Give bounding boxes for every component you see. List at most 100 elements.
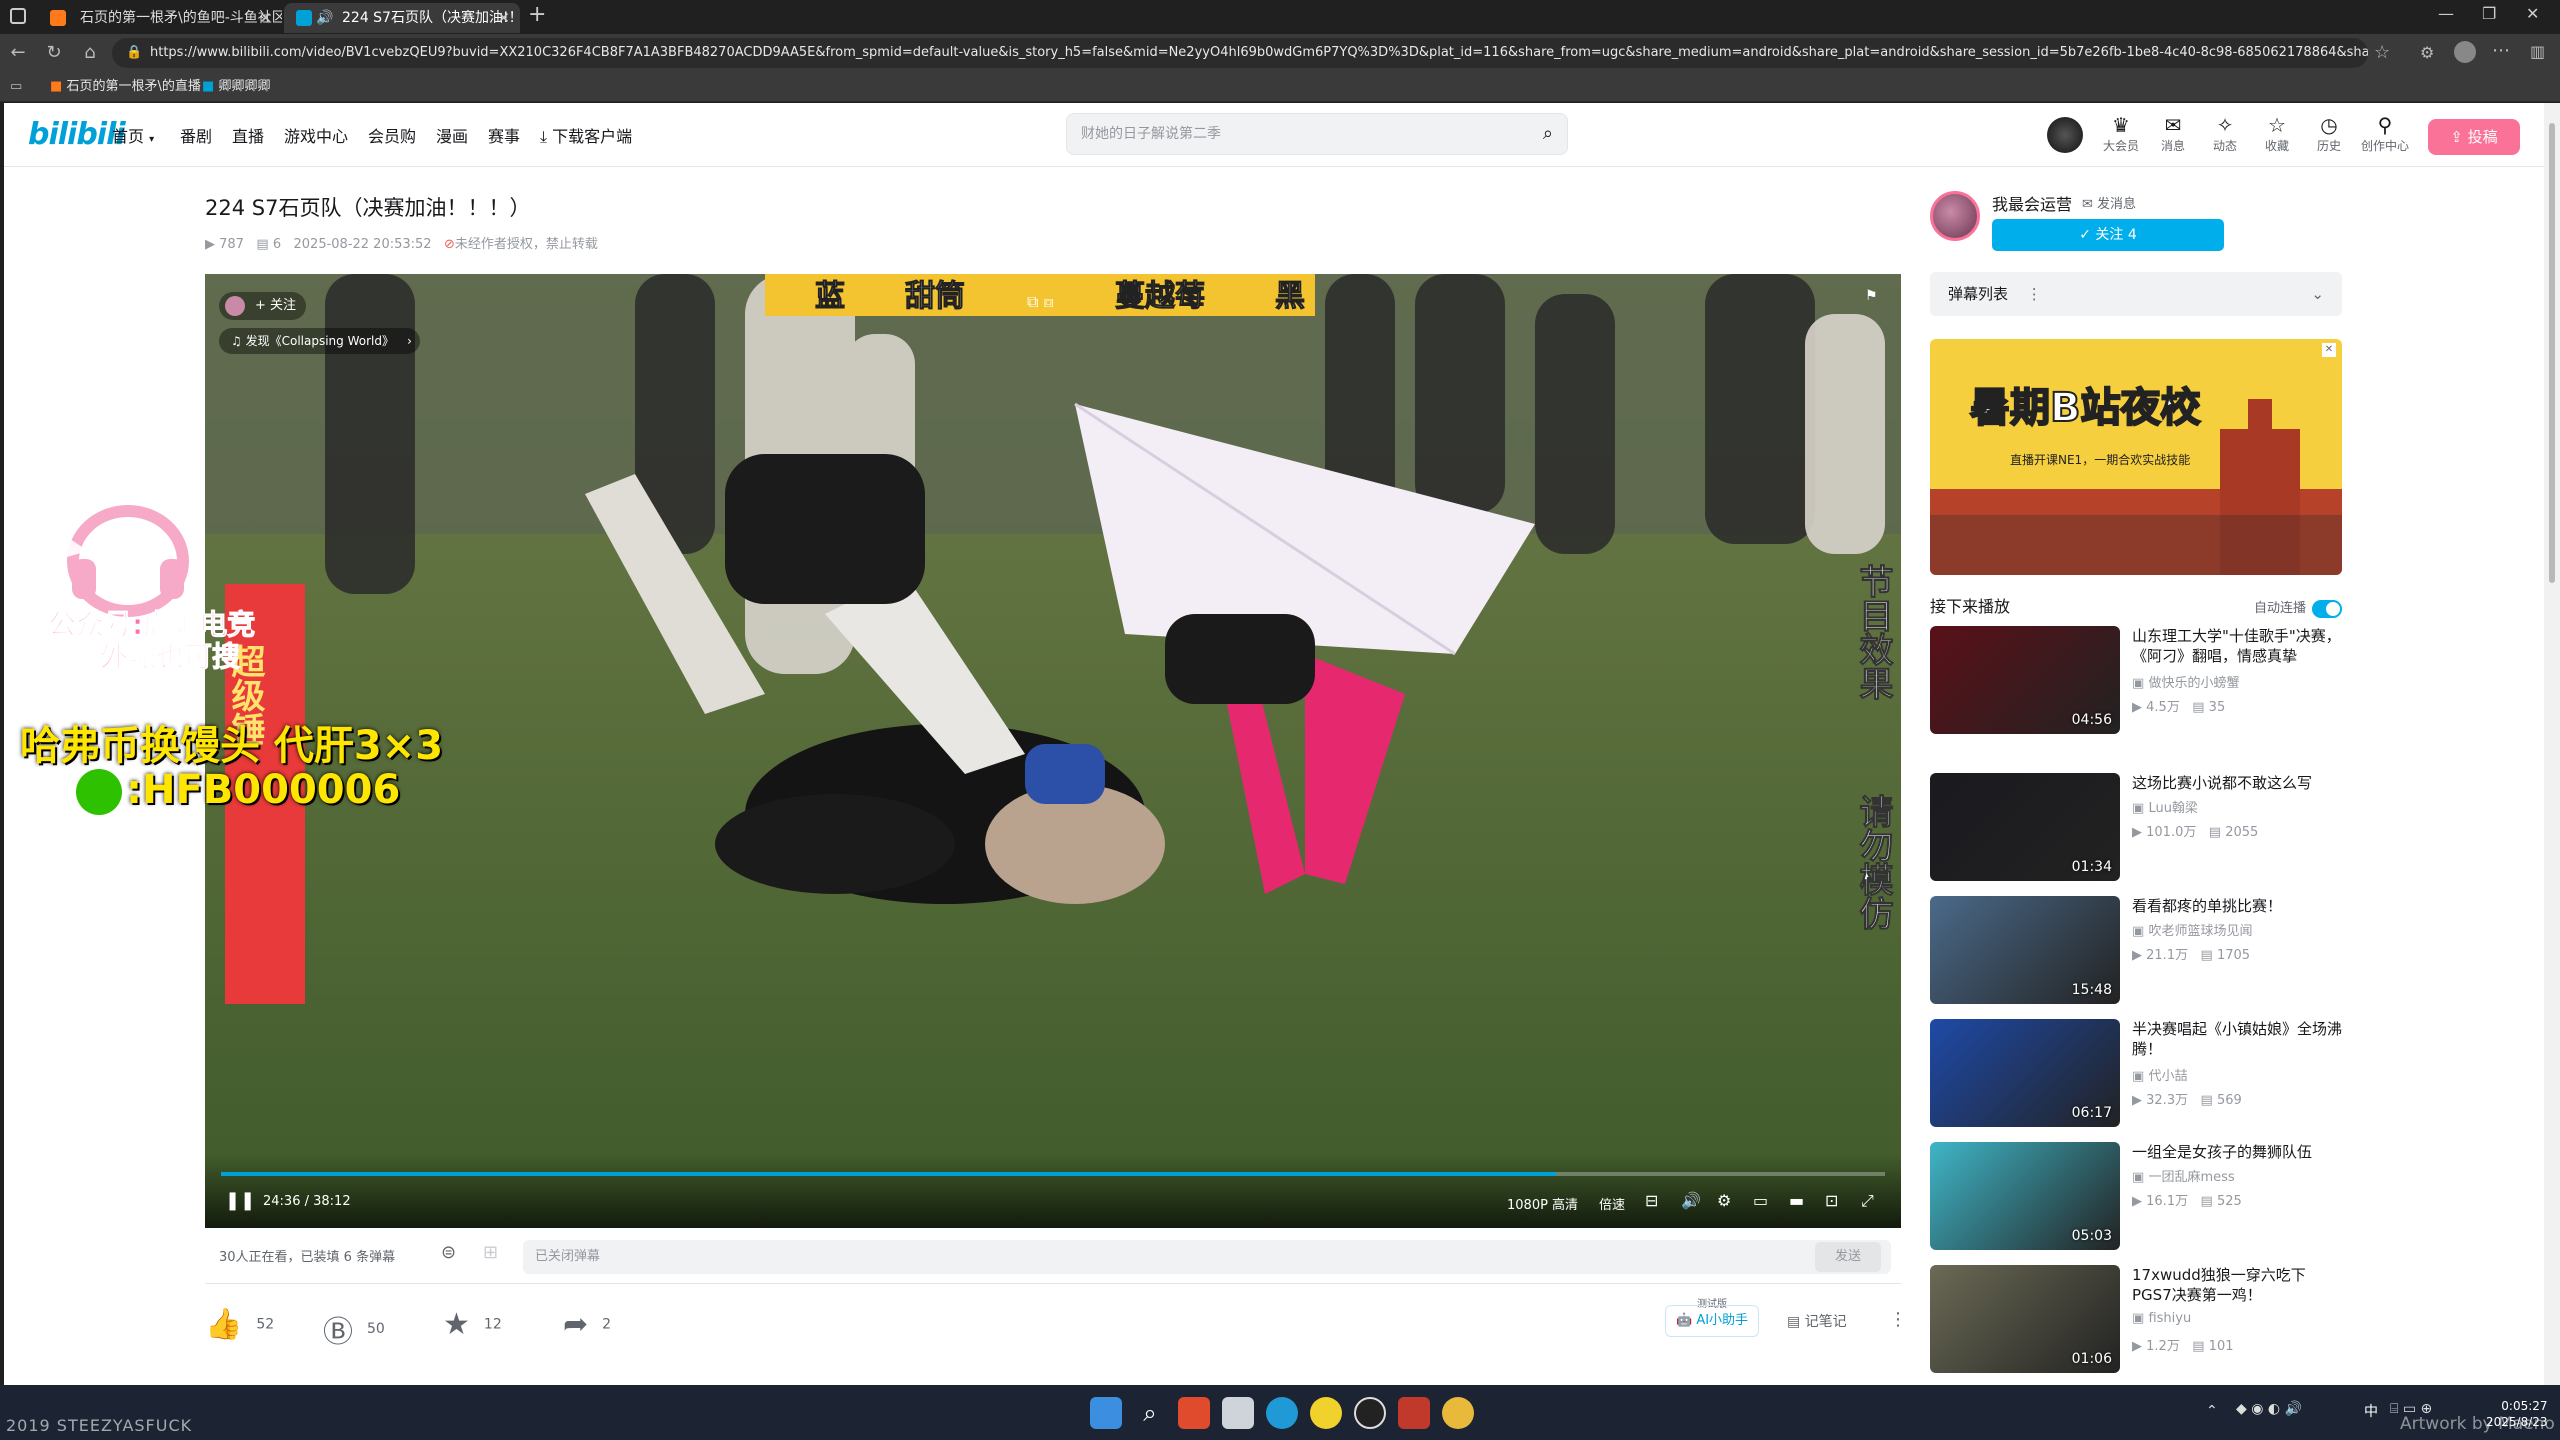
back-icon[interactable]: ← xyxy=(4,34,32,72)
uploader-avatar[interactable] xyxy=(1930,191,1980,241)
app-icon-5[interactable] xyxy=(1354,1397,1386,1429)
pause-button[interactable]: ❚❚ xyxy=(225,1190,255,1211)
search-icon[interactable]: ⌕ xyxy=(1543,114,1553,154)
subtitle-off-icon[interactable]: ⊟ xyxy=(1645,1191,1658,1210)
bookmark-item-2[interactable]: ■ 卿卿卿卿 xyxy=(202,72,270,102)
nav-anime[interactable]: 番剧 xyxy=(180,123,212,147)
favorite-star-icon[interactable]: ☆ xyxy=(2374,42,2390,63)
video-thumbnail[interactable]: 01:06 xyxy=(1930,1265,2120,1373)
settings-icon[interactable]: ⚙ xyxy=(1717,1191,1731,1210)
video-player[interactable]: 蓝 甜筒 蔓越莓 黑 超级锤 节目效果 请勿模仿 + 关注 ♫ 发现《Colla… xyxy=(205,274,1901,1228)
bilibili-logo[interactable]: bilibili xyxy=(28,117,126,152)
progress-bar[interactable] xyxy=(221,1172,1885,1176)
nav-mall[interactable]: 会员购 xyxy=(368,123,416,147)
nav-home[interactable]: 首页 ▾ xyxy=(112,123,154,147)
maximize-icon[interactable]: ❐ xyxy=(2482,4,2496,23)
reading-mode-icon[interactable]: ▭ xyxy=(10,72,22,102)
url-field[interactable]: 🔒 https://www.bilibili.com/video/BV1cveb… xyxy=(112,38,2368,68)
header-creator[interactable]: ⚲ 创作中心 xyxy=(2358,113,2412,154)
search-icon[interactable]: ⌕ xyxy=(1134,1397,1166,1429)
danmaku-list-panel[interactable]: 弹幕列表 ⋮ ⌄ xyxy=(1930,272,2342,316)
speed-selector[interactable]: 倍速 xyxy=(1599,1194,1625,1213)
video-author[interactable]: ▣ 吹老师篮球场见闻 xyxy=(2132,920,2252,939)
video-title[interactable]: 一组全是女孩子的舞狮队伍 xyxy=(2132,1142,2342,1162)
nav-manga[interactable]: 漫画 xyxy=(436,123,468,147)
autoplay-toggle[interactable]: 自动连播 xyxy=(2254,597,2342,618)
start-icon[interactable] xyxy=(1090,1397,1122,1429)
pip-mode-icon[interactable]: ▭ xyxy=(1753,1191,1768,1210)
scrollbar-thumb[interactable] xyxy=(2549,123,2555,583)
widescreen-icon[interactable]: ▬ xyxy=(1789,1191,1804,1210)
feedback-icon[interactable]: ⚑ xyxy=(1865,288,1878,304)
video-author[interactable]: ▣ 代小喆 xyxy=(2132,1065,2187,1084)
ai-assistant-button[interactable]: 🤖 AI小助手 xyxy=(1665,1305,1760,1337)
video-thumbnail[interactable]: 06:17 xyxy=(1930,1019,2120,1127)
tray-icons[interactable]: ◆ ◉ ◐ 🔊 xyxy=(2236,1401,2302,1417)
more-vertical-icon[interactable]: ⋮ xyxy=(2027,285,2042,303)
recommendation-item[interactable]: 06:17 半决赛唱起《小镇姑娘》全场沸腾！ ▣ 代小喆 ▶ 32.3万 ▤ 569 xyxy=(1930,1019,2342,1127)
video-title[interactable]: 半决赛唱起《小镇姑娘》全场沸腾！ xyxy=(2132,1019,2342,1059)
upload-button[interactable]: ⇪ 投稿 xyxy=(2428,119,2520,155)
recommendation-item[interactable]: 05:03 一组全是女孩子的舞狮队伍 ▣ 一团乱麻mess ▶ 16.1万 ▤ 525 xyxy=(1930,1142,2342,1250)
extensions-icon[interactable]: ⚙ xyxy=(2420,43,2434,62)
more-menu-icon[interactable]: ⋯ xyxy=(2492,40,2510,61)
danmaku-input[interactable]: 已关闭弹幕 发送 xyxy=(523,1240,1891,1274)
video-thumbnail[interactable]: 15:48 xyxy=(1930,896,2120,1004)
user-avatar[interactable] xyxy=(2047,117,2083,153)
video-title[interactable]: 17xwudd独狼一穿六吃下PGS7决赛第一鸡！ xyxy=(2132,1265,2342,1305)
app-icon-6[interactable] xyxy=(1398,1397,1430,1429)
tray-expand-icon[interactable]: ⌃ xyxy=(2206,1403,2218,1419)
bookmark-item-1[interactable]: ■ 石页的第一根矛\的直播 xyxy=(50,72,201,102)
quality-selector[interactable]: 1080P 高清 xyxy=(1507,1194,1578,1213)
video-thumbnail[interactable]: 01:34 xyxy=(1930,773,2120,881)
video-author[interactable]: ▣ 做快乐的小螃蟹 xyxy=(2132,672,2239,691)
close-window-icon[interactable]: ✕ xyxy=(2526,4,2539,23)
header-vip[interactable]: ♛ 大会员 xyxy=(2098,113,2144,154)
volume-icon[interactable]: 🔊 xyxy=(1681,1191,1701,1210)
nav-esports[interactable]: 赛事 xyxy=(488,123,520,147)
header-dynamic[interactable]: ✧ 动态 xyxy=(2202,113,2248,154)
page-scrollbar[interactable] xyxy=(2544,103,2560,1385)
nav-download-client[interactable]: ⤓ 下载客户端 xyxy=(540,123,632,147)
video-title[interactable]: 看看都疼的单挑比赛！ xyxy=(2132,896,2342,916)
app-icon-1[interactable] xyxy=(1178,1397,1210,1429)
video-thumbnail[interactable]: 05:03 xyxy=(1930,1142,2120,1250)
browser-tab-2[interactable]: 🔊 224 S7石页队（决赛加油!！ ✕ xyxy=(284,3,520,33)
edge-browser-icon[interactable] xyxy=(1266,1397,1298,1429)
notes-button[interactable]: ▤ 记笔记 xyxy=(1787,1311,1847,1331)
reload-icon[interactable]: ↻ xyxy=(40,34,68,72)
app-icon-4[interactable] xyxy=(1310,1397,1342,1429)
recommendation-item[interactable]: 04:56 山东理工大学"十佳歌手"决赛，《阿刁》翻唱，情感真挚 ▣ 做快乐的小螃蟹… xyxy=(1930,626,2342,734)
app-icon-7[interactable] xyxy=(1442,1397,1474,1429)
toggle-switch-icon[interactable] xyxy=(2312,599,2342,618)
share-button[interactable]: ➦ 2 xyxy=(563,1307,611,1342)
recommendation-item[interactable]: 01:06 17xwudd独狼一穿六吃下PGS7决赛第一鸡！ ▣ fishiyu ▶ … xyxy=(1930,1265,2342,1373)
profile-avatar-icon[interactable] xyxy=(2454,41,2476,63)
send-danmaku-button[interactable]: 发送 xyxy=(1815,1242,1881,1272)
danmaku-settings-icon[interactable]: ⊞ xyxy=(483,1242,498,1263)
send-message-link[interactable]: ✉ 发消息 xyxy=(2082,193,2136,212)
window-menu-icon[interactable] xyxy=(10,8,26,24)
video-title[interactable]: 这场比赛小说都不敢这么写 xyxy=(2132,773,2342,793)
close-tab-icon[interactable]: ✕ xyxy=(497,3,510,33)
coin-button[interactable]: Ⓑ 50 xyxy=(323,1307,385,1351)
follow-button[interactable]: ✓ 关注 4 xyxy=(1992,219,2224,251)
overlay-follow-button[interactable]: + 关注 xyxy=(219,292,307,320)
fullscreen-icon[interactable]: ⤢ xyxy=(1861,1191,1874,1211)
nav-live[interactable]: 直播 xyxy=(232,123,264,147)
video-author[interactable]: ▣ Luu翰梁 xyxy=(2132,797,2198,816)
speaker-icon[interactable]: 🔊 xyxy=(316,3,333,33)
search-input[interactable]: 财她的日子解说第二季 ⌕ xyxy=(1066,113,1568,155)
video-title[interactable]: 山东理工大学"十佳歌手"决赛，《阿刁》翻唱，情感真挚 xyxy=(2132,626,2342,666)
header-messages[interactable]: ✉ 消息 xyxy=(2150,113,2196,154)
ime-indicator[interactable]: 中 xyxy=(2364,1401,2378,1421)
recommendation-item[interactable]: 01:34 这场比赛小说都不敢这么写 ▣ Luu翰梁 ▶ 101.0万 ▤ 2055 xyxy=(1930,773,2342,881)
video-thumbnail[interactable]: 04:56 xyxy=(1930,626,2120,734)
sidebar-toggle-icon[interactable]: ▥ xyxy=(2530,42,2545,61)
web-fullscreen-icon[interactable]: ⊡ xyxy=(1825,1191,1838,1210)
minimize-icon[interactable]: — xyxy=(2438,4,2454,23)
new-tab-icon[interactable]: + xyxy=(528,2,546,27)
browser-tab-1[interactable]: 石页的第一根矛\的鱼吧-斗鱼社区 ✕ xyxy=(38,3,282,33)
close-ad-icon[interactable]: ✕ xyxy=(2322,343,2336,357)
header-history[interactable]: ◷ 历史 xyxy=(2306,113,2352,154)
